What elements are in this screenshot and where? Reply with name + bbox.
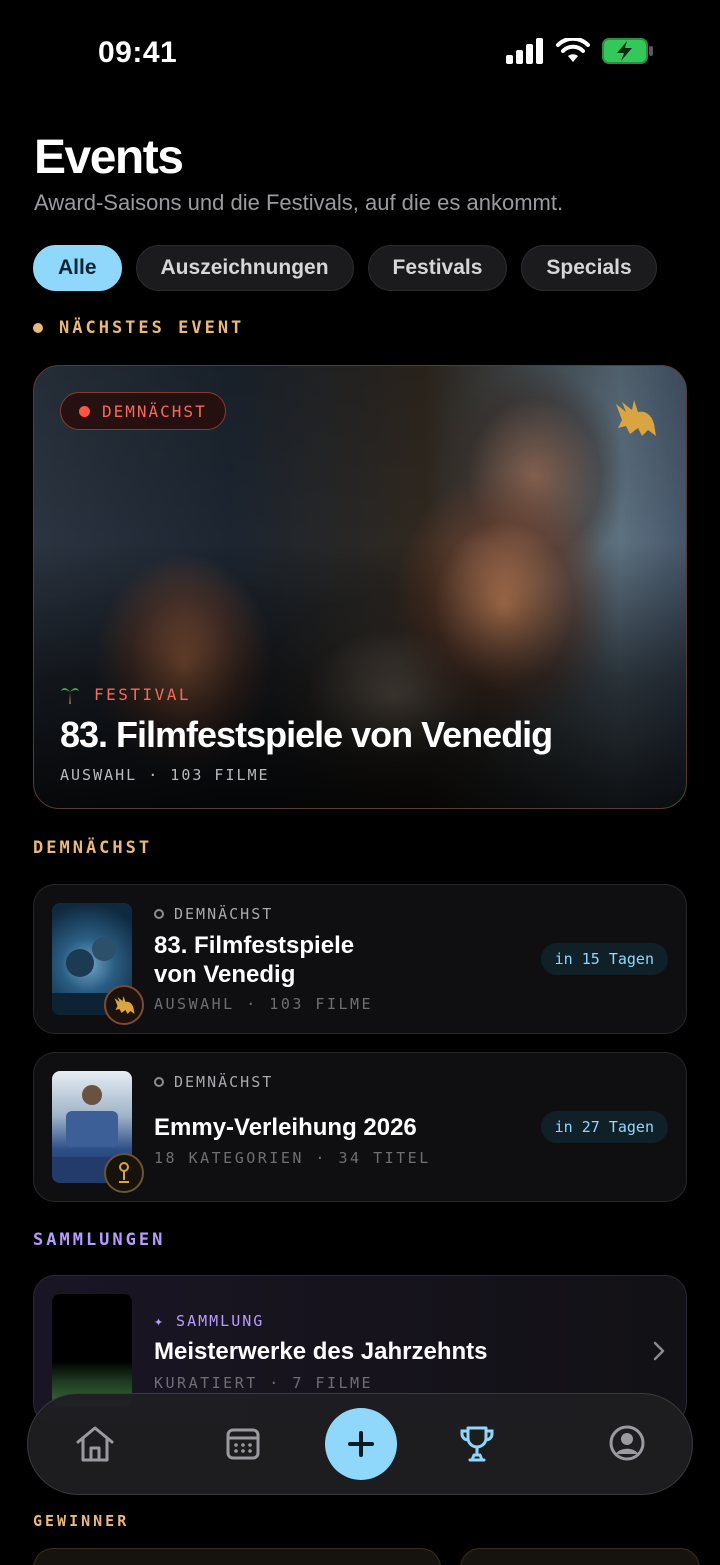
collection-meta: KURATIERT · 7 FILME [154, 1374, 374, 1392]
collection-title: Meisterwerke des Jahrzehnts [154, 1338, 488, 1365]
signal-icon [506, 38, 543, 64]
hero-badge-label: DEMNÄCHST [102, 401, 207, 421]
event-title: 83. Filmfestspiele von Venedig [154, 931, 354, 989]
trophy-icon[interactable] [458, 1424, 496, 1464]
status-bar: 09:41 [0, 0, 720, 100]
event-card-venedig[interactable]: DEMNÄCHST 83. Filmfestspiele von Venedig… [33, 884, 687, 1034]
collections-section-label: SAMMLUNGEN [33, 1230, 166, 1250]
calendar-icon[interactable] [225, 1424, 261, 1462]
page-subtitle: Award-Saisons und die Festivals, auf die… [34, 190, 564, 215]
live-dot [79, 405, 90, 417]
status-time: 09:41 [98, 36, 178, 69]
status-ring-icon [154, 1077, 164, 1087]
collection-poster [52, 1294, 132, 1406]
hero-event-card[interactable]: DEMNÄCHST FESTIVAL 83. Filmfestspiele vo… [33, 365, 687, 809]
emmy-seal-icon [104, 1153, 144, 1193]
event-status: DEMNÄCHST [154, 1073, 273, 1091]
next-event-section: NÄCHSTES EVENT [33, 318, 244, 338]
filter-chips: Alle Auszeichnungen Festivals Specials [33, 245, 657, 291]
event-status-label: DEMNÄCHST [174, 1073, 274, 1091]
countdown-pill: in 15 Tagen [540, 943, 668, 975]
profile-icon[interactable] [608, 1424, 646, 1462]
festival-seal-icon [104, 985, 144, 1025]
collection-tag: ✦ SAMMLUNG [154, 1312, 265, 1330]
event-meta: 18 KATEGORIEN · 34 TITEL [154, 1149, 431, 1167]
hero-status-badge: DEMNÄCHST [60, 392, 226, 430]
golden-lion-icon [616, 400, 656, 436]
upcoming-section-label: DEMNÄCHST [33, 838, 153, 858]
add-button[interactable] [325, 1408, 397, 1480]
hero-category: FESTIVAL [60, 684, 191, 704]
filter-chip-festivals[interactable]: Festivals [367, 245, 508, 291]
event-title-line2: von Venedig [154, 961, 296, 988]
status-icons [506, 38, 654, 64]
hero-category-label: FESTIVAL [94, 684, 192, 704]
event-title-line1: 83. Filmfestspiele [154, 932, 355, 959]
home-icon[interactable] [74, 1424, 116, 1464]
filter-chip-auszeichnungen[interactable]: Auszeichnungen [135, 245, 354, 291]
section-dot [33, 323, 43, 333]
hero-title: 83. Filmfestspiele von Venedig [60, 714, 553, 755]
filter-chip-alle[interactable]: Alle [33, 245, 122, 291]
event-card-emmy[interactable]: DEMNÄCHST Emmy-Verleihung 2026 18 KATEGO… [33, 1052, 687, 1202]
winner-card[interactable] [460, 1548, 700, 1565]
wifi-icon [556, 38, 590, 62]
tab-bar [27, 1393, 693, 1495]
event-title: Emmy-Verleihung 2026 [154, 1114, 417, 1141]
palm-tree-icon [61, 688, 79, 704]
plus-icon [348, 1431, 374, 1457]
next-event-label: NÄCHSTES EVENT [59, 318, 245, 338]
page-title: Events [34, 131, 184, 184]
winner-card[interactable] [33, 1548, 441, 1565]
page-header: Events Award-Saisons und die Festivals, … [34, 130, 563, 216]
hero-meta: AUSWAHL · 103 FILME [60, 766, 270, 784]
battery-icon [602, 38, 653, 64]
filter-chip-specials[interactable]: Specials [521, 245, 657, 291]
chevron-right-icon [653, 1341, 665, 1361]
event-meta: AUSWAHL · 103 FILME [154, 995, 374, 1013]
event-status-label: DEMNÄCHST [174, 905, 274, 923]
countdown-pill: in 27 Tagen [540, 1111, 668, 1143]
event-status: DEMNÄCHST [154, 905, 273, 923]
winners-section-label: GEWINNER [33, 1512, 130, 1530]
status-ring-icon [154, 909, 164, 919]
